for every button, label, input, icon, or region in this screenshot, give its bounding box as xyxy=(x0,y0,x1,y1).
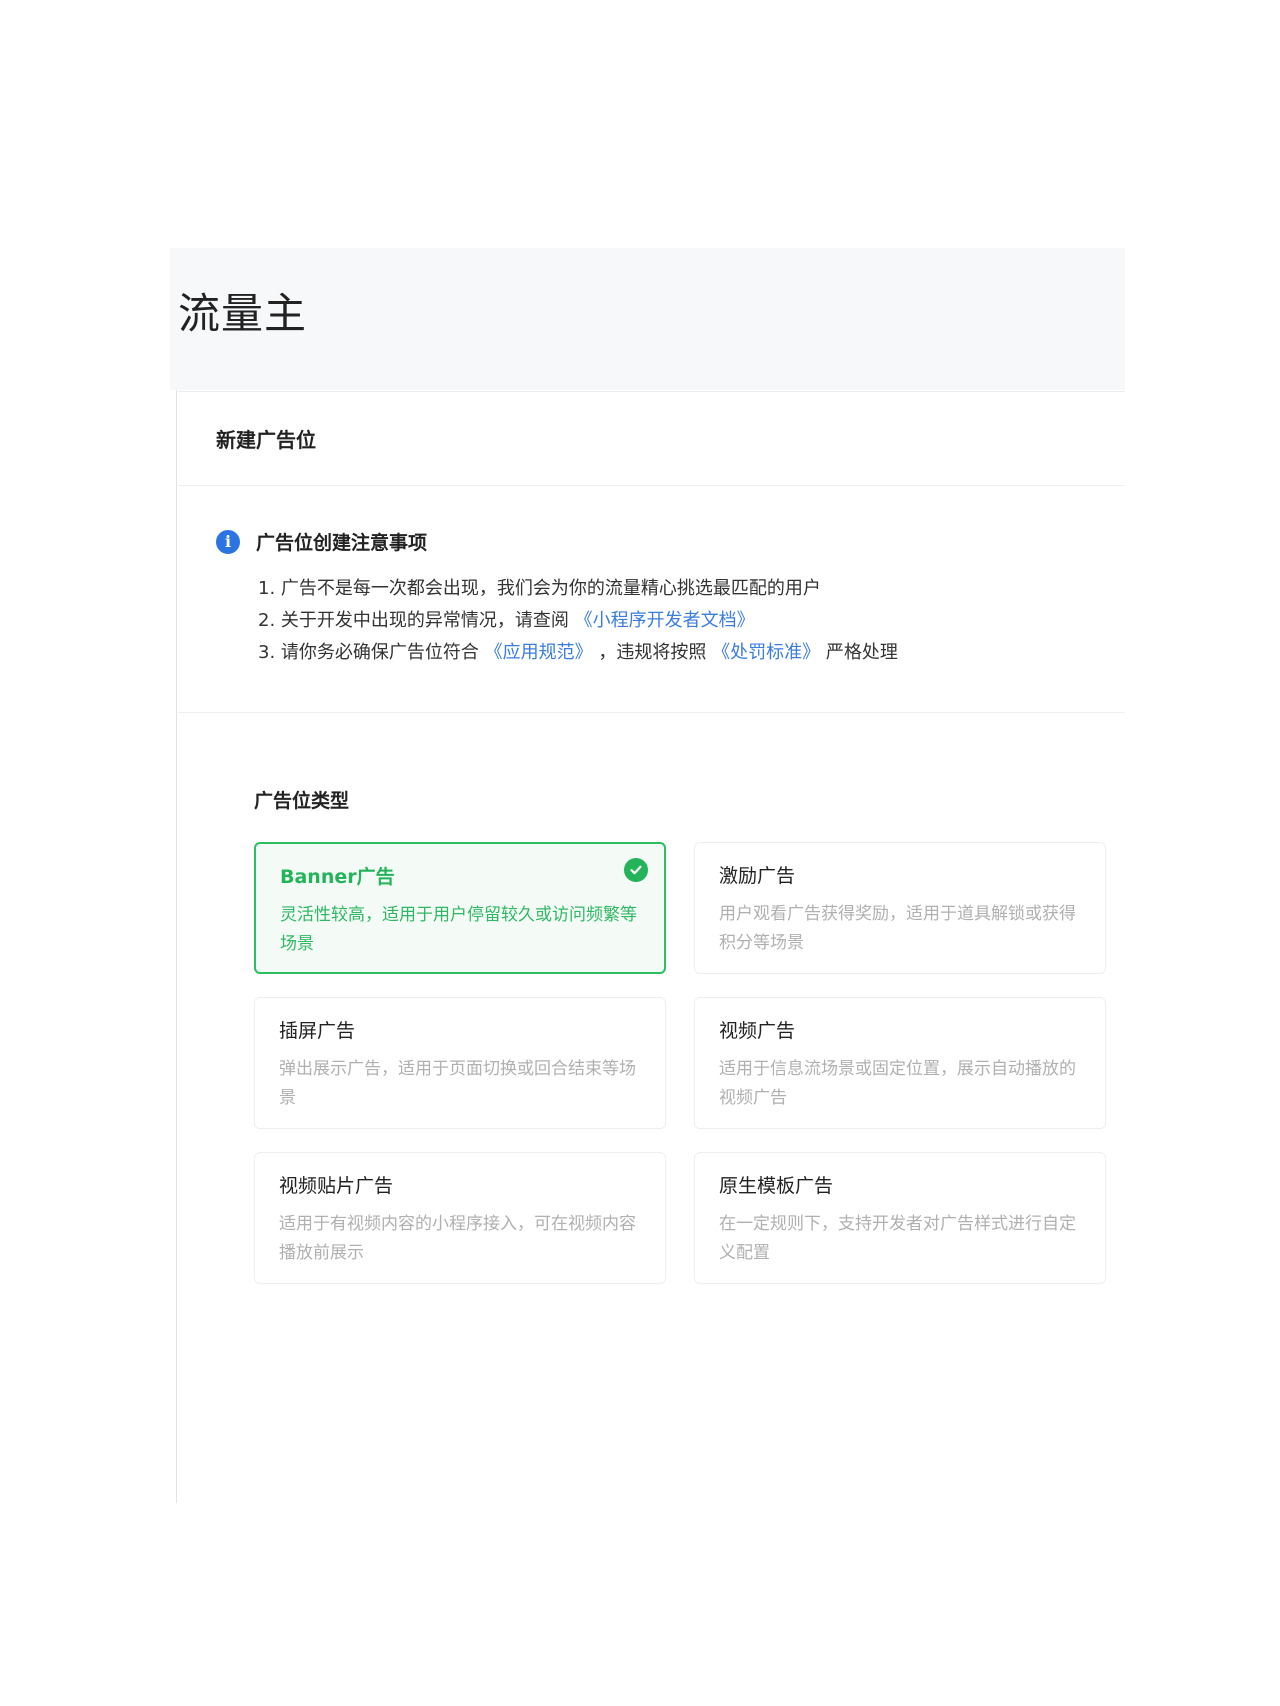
app-frame: 流量主 新建广告位 i 广告位创建注意事项 1. 广告不是每一次都会出现，我们会… xyxy=(170,248,1125,1503)
ad-type-card-banner[interactable]: Banner广告 灵活性较高，适用于用户停留较久或访问频繁等场景 xyxy=(254,842,666,974)
ad-type-name: Banner广告 xyxy=(280,866,395,888)
app-guidelines-link[interactable]: 《应用规范》 xyxy=(485,642,593,663)
ad-type-card-interstitial[interactable]: 插屏广告 弹出展示广告，适用于页面切换或回合结束等场景 xyxy=(254,997,666,1129)
ad-type-desc: 在一定规则下，支持开发者对广告样式进行自定义配置 xyxy=(719,1214,1076,1263)
ad-type-name: 原生模板广告 xyxy=(719,1175,834,1197)
notice-list: 1. 广告不是每一次都会出现，我们会为你的流量精心挑选最匹配的用户 2. 关于开… xyxy=(216,573,1096,669)
notice-text: 1. 广告不是每一次都会出现，我们会为你的流量精心挑选最匹配的用户 xyxy=(258,578,821,599)
notice-text: 2. 关于开发中出现的异常情况，请查阅 xyxy=(258,610,569,631)
brand-title: 流量主 xyxy=(178,289,308,338)
info-icon: i xyxy=(216,529,240,554)
header-band: 流量主 xyxy=(170,248,1125,390)
notice-title-row: i 广告位创建注意事项 xyxy=(216,528,1096,555)
section-divider xyxy=(178,712,1125,713)
ad-type-card-native-template[interactable]: 原生模板广告 在一定规则下，支持开发者对广告样式进行自定义配置 xyxy=(694,1152,1106,1284)
ad-type-desc: 适用于有视频内容的小程序接入，可在视频内容播放前展示 xyxy=(279,1214,636,1263)
notice-text: 3. 请你务必确保广告位符合 xyxy=(258,642,479,663)
notice-title: 广告位创建注意事项 xyxy=(256,532,428,554)
check-circle-icon xyxy=(624,858,648,882)
ad-type-card-video[interactable]: 视频广告 适用于信息流场景或固定位置，展示自动播放的视频广告 xyxy=(694,997,1106,1129)
developer-docs-link[interactable]: 《小程序开发者文档》 xyxy=(575,610,755,631)
ad-type-desc: 用户观看广告获得奖励，适用于道具解锁或获得积分等场景 xyxy=(719,904,1076,953)
notice-text: ，违规将按照 xyxy=(598,642,707,663)
card-title: 新建广告位 xyxy=(216,428,316,452)
sidebar-divider xyxy=(176,390,177,1503)
ad-type-name: 插屏广告 xyxy=(279,1020,356,1042)
create-ad-slot-card: 新建广告位 i 广告位创建注意事项 1. 广告不是每一次都会出现，我们会为你的流… xyxy=(178,391,1125,1503)
notice-item-3: 3. 请你务必确保广告位符合 《应用规范》 ，违规将按照 《处罚标准》 严格处理 xyxy=(258,637,1096,669)
notice-panel: i 广告位创建注意事项 1. 广告不是每一次都会出现，我们会为你的流量精心挑选最… xyxy=(216,528,1096,669)
ad-type-card-rewarded[interactable]: 激励广告 用户观看广告获得奖励，适用于道具解锁或获得积分等场景 xyxy=(694,842,1106,974)
card-header: 新建广告位 xyxy=(178,392,1125,486)
ad-type-name: 视频贴片广告 xyxy=(279,1175,394,1197)
notice-text: 严格处理 xyxy=(825,642,898,663)
ad-type-desc: 灵活性较高，适用于用户停留较久或访问频繁等场景 xyxy=(280,905,637,954)
ad-type-name: 激励广告 xyxy=(719,865,796,887)
ad-type-desc: 弹出展示广告，适用于页面切换或回合结束等场景 xyxy=(279,1059,636,1108)
notice-item-2: 2. 关于开发中出现的异常情况，请查阅 《小程序开发者文档》 xyxy=(258,605,1096,637)
penalty-standard-link[interactable]: 《处罚标准》 xyxy=(712,642,820,663)
ad-type-desc: 适用于信息流场景或固定位置，展示自动播放的视频广告 xyxy=(719,1059,1076,1108)
notice-item-1: 1. 广告不是每一次都会出现，我们会为你的流量精心挑选最匹配的用户 xyxy=(258,573,1096,605)
ad-type-card-video-preroll[interactable]: 视频贴片广告 适用于有视频内容的小程序接入，可在视频内容播放前展示 xyxy=(254,1152,666,1284)
ad-type-label: 广告位类型 xyxy=(254,790,350,812)
ad-type-name: 视频广告 xyxy=(719,1020,796,1042)
